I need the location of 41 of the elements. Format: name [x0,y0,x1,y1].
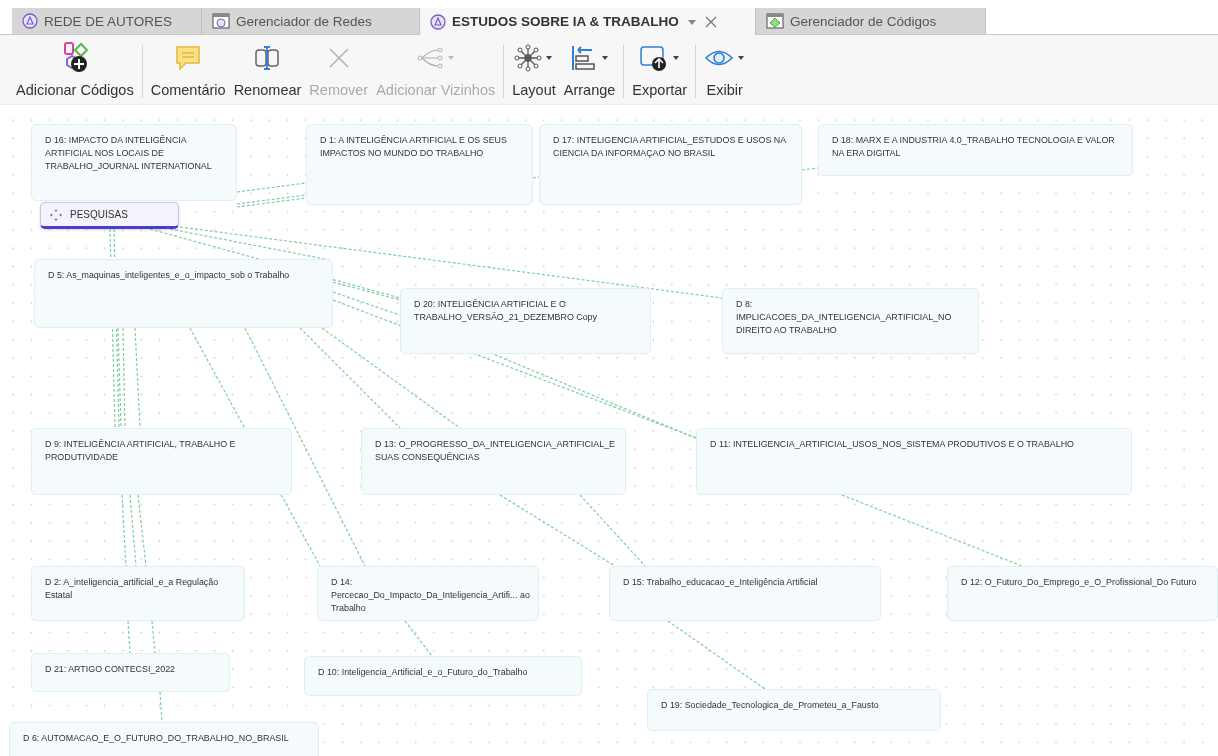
document-node[interactable]: D 19: Sociedade_Tecnologica_de_Prometeu_a_Fausto [647,689,941,731]
window-icon [212,13,230,29]
document-node[interactable]: D 10: Inteligencia_Artificial_e_o_Futuro_do_Trabalho [304,656,582,696]
document-node[interactable]: D 16: IMPACTO DA INTELIGÊNCIA ARTIFICIAL NOS LOCAIS DE TRABALHO_JOURNAL INTERNATIONAL [31,124,237,201]
toolbar-button[interactable]: Comentário [146,41,230,104]
document-node[interactable]: D 18: MARX E A INDUSTRIA 4.0_TRABALHO TECNOLOGIA E VALOR NA ERA DIGITAL [818,124,1133,176]
tab[interactable]: Gerenciador de Redes [202,8,420,34]
document-node[interactable]: D 13: O_PROGRESSO_DA_INTELIGENCIA_ARTIFICIAL_E SUAS CONSEQUÊNCIAS [361,428,626,495]
document-node[interactable]: D 20: INTELIGÊNCIA ARTIFICIAL E O TRABALHO_VERSÃO_21_DEZEMBRO Copy [400,288,651,354]
tab[interactable]: ESTUDOS SOBRE IA & TRABALHO [420,8,756,35]
caret-icon [601,54,610,62]
document-node[interactable]: D 12: O_Futuro_Do_Emprego_e_O_Profissional_Do Futuro [947,566,1218,621]
code-node[interactable]: PESQUISAS [40,202,179,229]
document-node[interactable]: D 9: INTELIGÊNCIA ARTIFICIAL, TRABALHO E PRODUTIVIDADE [31,428,292,495]
document-node[interactable]: D 15: Trabalho_educacao_e_Inteligência Artificial [609,566,881,621]
branch-icon [416,44,445,72]
document-node[interactable]: D 8: IMPLICACOES_DA_INTELIGENCIA_ARTIFICIAL_NO DIREITO AO TRABALHO [722,288,979,354]
toolbar-button[interactable]: Exportar [628,41,692,104]
comment-icon [174,44,203,72]
caret-icon [545,54,554,62]
tab[interactable]: Gerenciador de Códigos [756,8,986,34]
document-node[interactable]: D 11: INTELIGENCIA_ARTIFICIAL_USOS_NOS_SISTEMA PRODUTIVOS E O TRABALHO [696,428,1132,495]
document-node[interactable]: D 21: ARTIGO CONTECSI_2022 [31,653,230,692]
toolbar-button[interactable]: Adicionar Códigos [12,41,138,104]
caret-icon [447,54,456,62]
document-node[interactable]: D 5: As_maquinas_inteligentes_e_o_impacto_sob o Trabalho [34,259,333,328]
window-icon [766,13,784,29]
document-node[interactable]: D 14: Percecao_Do_Impacto_Da_Inteligencia_Artifi... ao Trabalho [317,566,539,621]
close-icon [704,15,717,28]
toolbar-button[interactable]: Exibir [700,41,750,104]
document-node[interactable]: D 6: AUTOMACAO_E_O_FUTURO_DO_TRABALHO_NO_BRASIL [9,722,319,756]
document-node[interactable]: D 17: INTELIGENCIA ARTIFICIAL_ESTUDOS E USOS NA CIENCIA DA INFORMAÇAO NO BRASIL [539,124,802,205]
tab[interactable]: REDE DE AUTORES [12,8,202,34]
toolbar-button[interactable]: Arrange [559,41,620,104]
toolbar-button[interactable]: Renomear [229,41,306,104]
caret-icon [672,54,681,62]
document-node[interactable]: D 2: A_inteligencia_artificial_e_a Regulação Estatal [31,566,245,621]
rename-icon [253,44,282,72]
document-node[interactable]: D 1: A INTELIGÊNCIA ARTIFICIAL E OS SEUS IMPACTOS NO MUNDO DO TRABALHO [306,124,533,205]
toolbar-button[interactable]: Layout [508,41,560,104]
caret-icon [737,54,746,62]
